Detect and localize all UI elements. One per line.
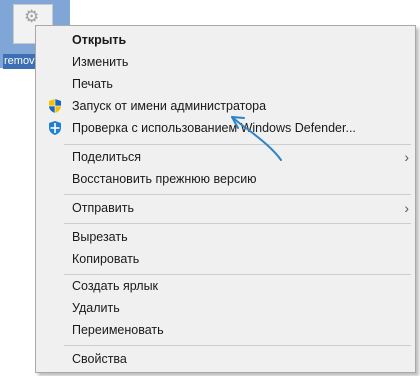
submenu-arrow-icon: ›	[404, 149, 409, 165]
menu-item-label: Поделиться	[72, 150, 142, 164]
menu-item-label: Печать	[72, 77, 113, 91]
menu-item-send-to[interactable]: Отправить ›	[36, 197, 415, 219]
gear-icon: ⚙	[24, 7, 40, 26]
menu-item-properties[interactable]: Свойства	[36, 348, 415, 370]
menu-separator	[64, 345, 411, 346]
submenu-arrow-icon: ›	[404, 200, 409, 216]
menu-item-label: Вырезать	[72, 230, 128, 244]
menu-item-label: Отправить	[72, 201, 134, 215]
menu-item-label: Восстановить прежнюю версию	[72, 172, 257, 186]
menu-item-label: Удалить	[72, 301, 120, 315]
menu-item-copy[interactable]: Копировать	[36, 248, 415, 270]
menu-item-label: Свойства	[72, 352, 127, 366]
windows-defender-icon	[47, 120, 63, 136]
menu-item-edit[interactable]: Изменить	[36, 51, 415, 73]
menu-item-defender-scan[interactable]: Проверка с использованием Windows Defend…	[36, 117, 415, 139]
menu-item-label: Открыть	[72, 33, 127, 47]
menu-item-label: Переименовать	[72, 323, 164, 337]
menu-item-label: Запуск от имени администратора	[72, 99, 267, 113]
menu-item-label: Проверка с использованием Windows Defend…	[72, 121, 356, 135]
menu-item-label: Копировать	[72, 252, 140, 266]
uac-shield-icon	[47, 98, 63, 114]
context-menu: Открыть Изменить Печать Запуск от имени …	[35, 25, 416, 373]
menu-item-open[interactable]: Открыть	[36, 29, 415, 51]
menu-item-create-shortcut[interactable]: Создать ярлык	[36, 275, 415, 297]
menu-item-print[interactable]: Печать	[36, 73, 415, 95]
menu-item-cut[interactable]: Вырезать	[36, 226, 415, 248]
menu-separator	[64, 144, 411, 145]
menu-item-label: Изменить	[72, 55, 129, 69]
menu-item-delete[interactable]: Удалить	[36, 297, 415, 319]
menu-separator	[64, 194, 411, 195]
menu-separator	[64, 223, 411, 224]
menu-item-restore-previous[interactable]: Восстановить прежнюю версию	[36, 168, 415, 190]
menu-item-rename[interactable]: Переименовать	[36, 319, 415, 341]
menu-item-label: Создать ярлык	[72, 279, 159, 293]
menu-item-share[interactable]: Поделиться ›	[36, 146, 415, 168]
menu-item-run-as-admin[interactable]: Запуск от имени администратора	[36, 95, 415, 117]
